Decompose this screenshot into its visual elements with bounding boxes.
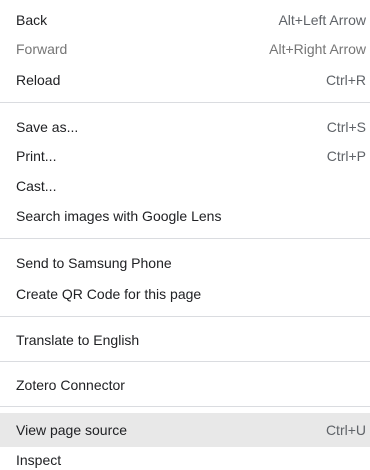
menu-item-label: Search images with Google Lens [16, 208, 222, 224]
menu-separator [0, 361, 370, 362]
menu-item-label: Forward [16, 41, 68, 57]
menu-item-shortcut: Alt+Left Arrow [278, 12, 366, 28]
menu-separator [0, 406, 370, 407]
menu-item-cast[interactable]: Cast... [0, 175, 370, 197]
menu-item-view-page-source[interactable]: View page source Ctrl+U [0, 413, 370, 447]
menu-item-create-qr-code[interactable]: Create QR Code for this page [0, 283, 370, 305]
menu-item-label: Inspect [16, 452, 62, 468]
menu-item-label: Create QR Code for this page [16, 286, 202, 302]
menu-item-shortcut: Ctrl+R [325, 72, 366, 88]
menu-item-shortcut: Ctrl+S [326, 119, 366, 135]
menu-item-save-as[interactable]: Save as... Ctrl+S [0, 116, 370, 138]
menu-item-label: Back [16, 12, 48, 28]
menu-item-inspect[interactable]: Inspect [0, 450, 370, 470]
menu-item-shortcut: Ctrl+U [325, 422, 366, 438]
menu-item-label: View page source [16, 422, 128, 438]
menu-item-shortcut: Ctrl+P [326, 148, 366, 164]
menu-item-back[interactable]: Back Alt+Left Arrow [0, 9, 370, 31]
menu-item-label: Reload [16, 72, 61, 88]
menu-separator [0, 102, 370, 103]
menu-item-translate[interactable]: Translate to English [0, 329, 370, 351]
menu-item-zotero-connector[interactable]: Zotero Connector [0, 374, 370, 396]
menu-item-label: Send to Samsung Phone [16, 255, 172, 271]
menu-item-label: Cast... [16, 178, 57, 194]
menu-separator [0, 238, 370, 239]
menu-separator [0, 316, 370, 317]
menu-item-label: Translate to English [16, 332, 140, 348]
context-menu: Back Alt+Left Arrow Forward Alt+Right Ar… [0, 0, 370, 470]
menu-item-search-google-lens[interactable]: Search images with Google Lens [0, 205, 370, 227]
menu-item-send-to-samsung-phone[interactable]: Send to Samsung Phone [0, 252, 370, 274]
menu-item-reload[interactable]: Reload Ctrl+R [0, 69, 370, 91]
menu-item-label: Zotero Connector [16, 377, 125, 393]
menu-item-label: Print... [16, 148, 57, 164]
menu-item-shortcut: Alt+Right Arrow [269, 41, 366, 57]
menu-item-forward[interactable]: Forward Alt+Right Arrow [0, 38, 370, 60]
menu-item-print[interactable]: Print... Ctrl+P [0, 145, 370, 167]
menu-item-label: Save as... [16, 119, 79, 135]
